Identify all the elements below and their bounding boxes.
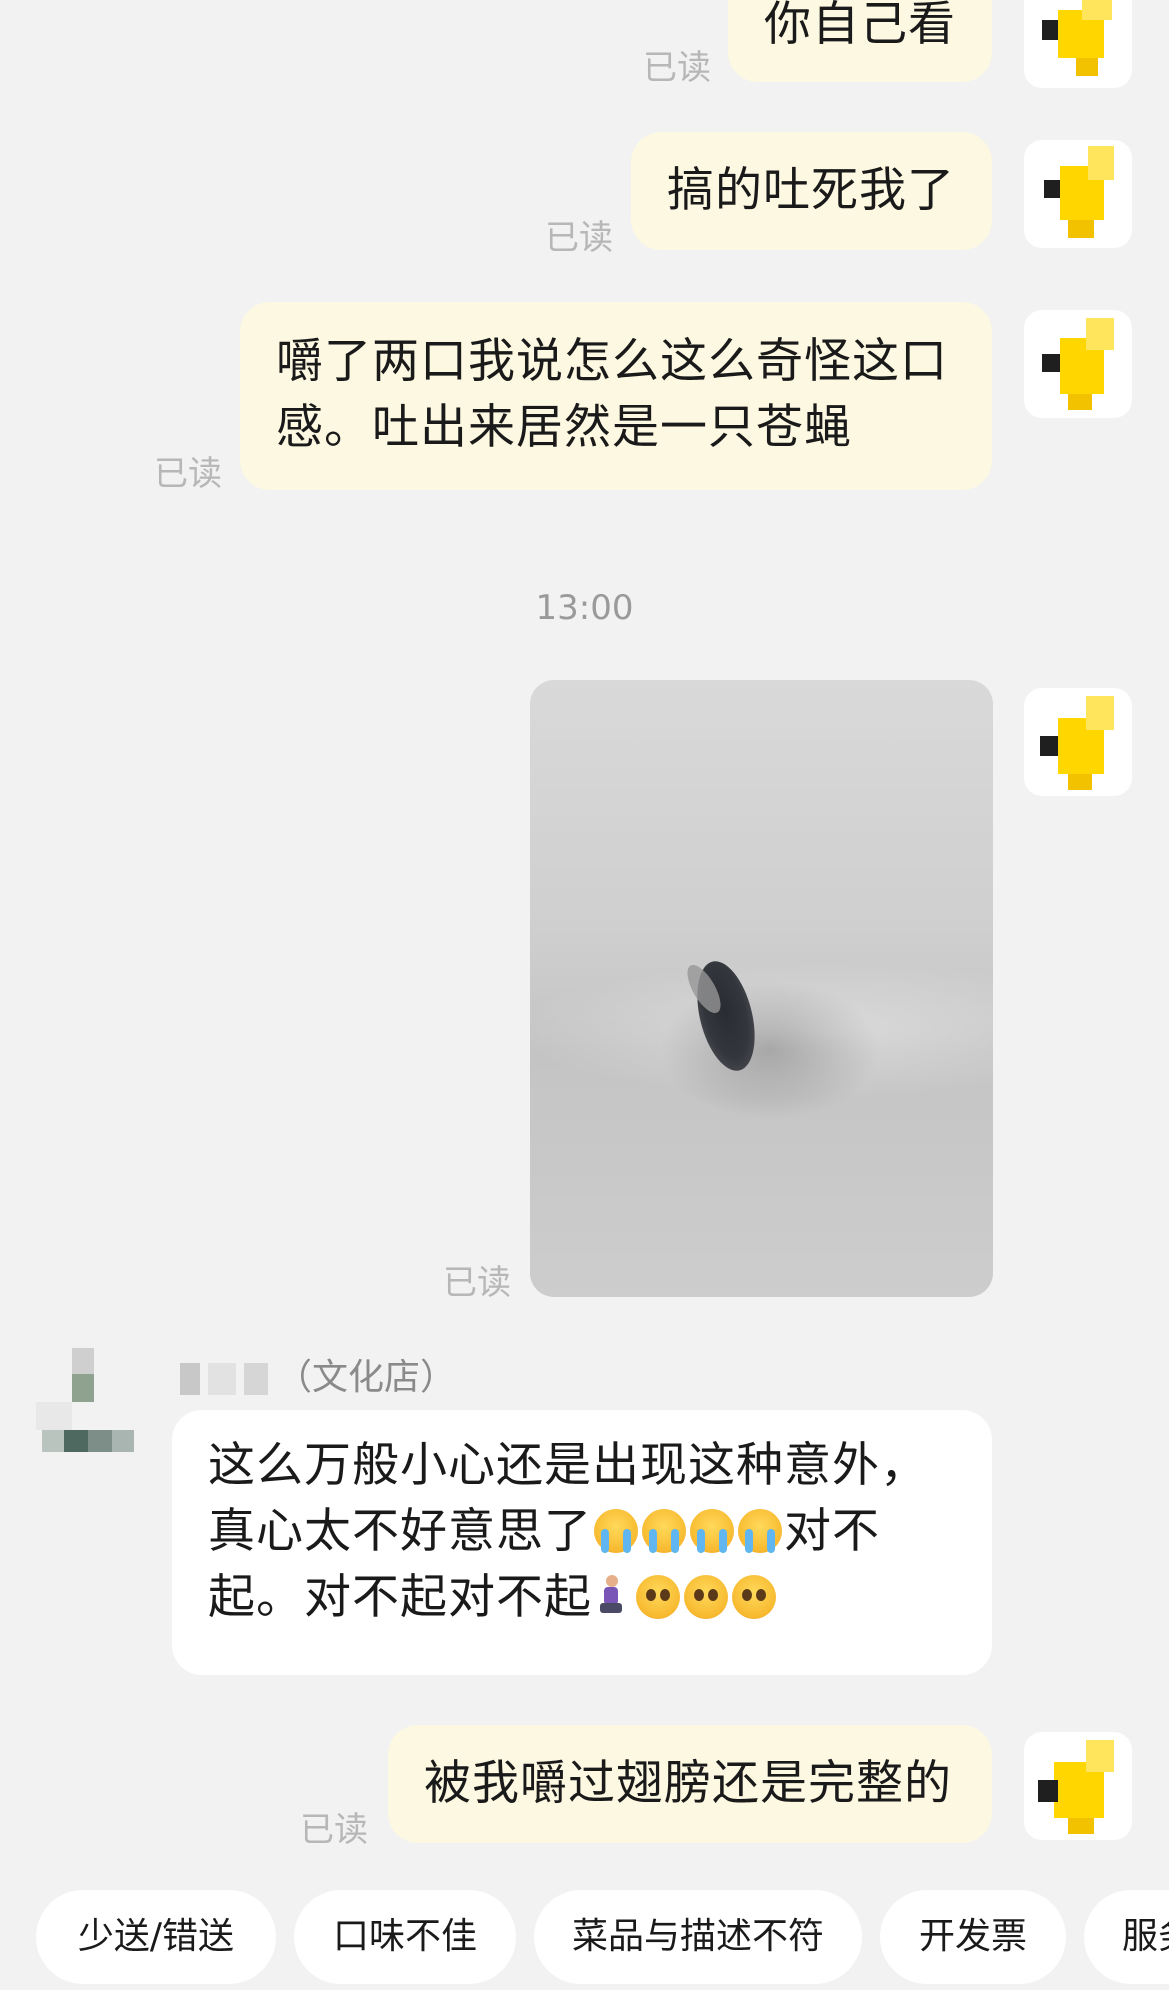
message-text-line: 嚼了两口我说怎么这么奇怪这口	[276, 334, 948, 389]
avatar-pixel	[64, 1430, 88, 1452]
crying-emoji-icon	[642, 1509, 686, 1553]
avatar-pixel	[42, 1430, 64, 1452]
kneeling-person-icon	[598, 1573, 624, 1617]
chat-thread[interactable]: 你自己看 已读 搞的吐死我了 已读 嚼了两口我说怎么这么奇怪这口 感。吐出来居然…	[0, 0, 1169, 1984]
pleading-face-icon	[732, 1575, 776, 1619]
user-avatar[interactable]	[1024, 0, 1132, 88]
message-text-line: 起。对不起对不起	[208, 1565, 992, 1631]
message-text-line: 感。吐出来居然是一只苍蝇	[276, 400, 852, 455]
avatar-pixel	[1086, 318, 1114, 350]
avatar-pixel	[1086, 696, 1114, 730]
message-bubble[interactable]: 你自己看	[728, 0, 992, 82]
timestamp: 13:00	[535, 588, 634, 628]
message-bubble[interactable]: 被我嚼过翅膀还是完整的	[388, 1725, 992, 1843]
quick-reply-chip[interactable]: 少送/错送	[36, 1890, 276, 1984]
avatar-pixel	[112, 1430, 134, 1452]
read-receipt: 已读	[545, 218, 613, 258]
name-redaction	[208, 1363, 236, 1395]
name-redaction	[180, 1363, 200, 1395]
merchant-message-bubble[interactable]: 这么万般小心还是出现这种意外， 真心太不好意思了 对不 起。对不起对不起	[172, 1410, 992, 1675]
avatar-pixel	[1040, 736, 1058, 756]
avatar-pixel	[1068, 220, 1094, 238]
avatar-pixel	[1068, 394, 1092, 410]
quick-reply-chip[interactable]: 开发票	[880, 1890, 1066, 1984]
crying-emoji-icon	[690, 1509, 734, 1553]
avatar-pixel	[1082, 0, 1112, 20]
avatar-pixel	[1086, 1740, 1114, 1772]
message-text: 对不	[784, 1504, 880, 1559]
user-avatar[interactable]	[1024, 310, 1132, 418]
photo-shadow	[660, 980, 880, 1120]
avatar-pixel	[88, 1430, 112, 1452]
read-receipt: 已读	[300, 1810, 368, 1850]
merchant-store: （文化店）	[276, 1357, 457, 1398]
message-text: 搞的吐死我了	[667, 163, 955, 218]
avatar-pixel	[1068, 774, 1092, 790]
avatar-pixel	[72, 1374, 94, 1402]
avatar-pixel	[1044, 180, 1060, 198]
photo-message[interactable]	[530, 680, 993, 1297]
pleading-face-icon	[684, 1575, 728, 1619]
message-text: 你自己看	[764, 0, 956, 52]
message-text-line: 真心太不好意思了 对不	[208, 1499, 992, 1565]
avatar-pixel	[72, 1348, 94, 1374]
message-text: 真心太不好意思了	[208, 1504, 592, 1559]
pleading-face-icon	[636, 1575, 680, 1619]
avatar-pixel	[1076, 58, 1098, 76]
avatar-pixel	[1038, 1780, 1058, 1802]
message-bubble[interactable]: 搞的吐死我了	[631, 132, 992, 250]
message-text: 被我嚼过翅膀还是完整的	[424, 1756, 952, 1811]
avatar-pixel	[1068, 1818, 1094, 1834]
quick-reply-chip[interactable]: 口味不佳	[294, 1890, 516, 1984]
merchant-name: （文化店）	[180, 1348, 456, 1400]
user-avatar[interactable]	[1024, 1732, 1132, 1840]
quick-reply-bar: 少送/错送 口味不佳 菜品与描述不符 开发票 服务	[0, 1890, 1169, 1990]
avatar-pixel	[1042, 20, 1058, 40]
merchant-avatar[interactable]	[36, 1348, 144, 1456]
avatar-pixel	[1088, 146, 1114, 180]
user-avatar[interactable]	[1024, 688, 1132, 796]
avatar-pixel	[1042, 354, 1060, 372]
crying-emoji-icon	[594, 1509, 638, 1553]
quick-reply-chip[interactable]: 菜品与描述不符	[534, 1890, 862, 1984]
quick-reply-chip[interactable]: 服务	[1084, 1890, 1169, 1984]
read-receipt: 已读	[443, 1263, 511, 1303]
read-receipt: 已读	[154, 454, 222, 494]
message-text: 起。对不起对不起	[208, 1570, 592, 1625]
name-redaction	[244, 1363, 268, 1395]
user-avatar[interactable]	[1024, 140, 1132, 248]
message-bubble[interactable]: 嚼了两口我说怎么这么奇怪这口 感。吐出来居然是一只苍蝇	[240, 302, 992, 490]
message-text-line: 这么万般小心还是出现这种意外，	[208, 1438, 928, 1493]
avatar-pixel	[36, 1402, 72, 1430]
crying-emoji-icon	[738, 1509, 782, 1553]
read-receipt: 已读	[643, 48, 711, 88]
